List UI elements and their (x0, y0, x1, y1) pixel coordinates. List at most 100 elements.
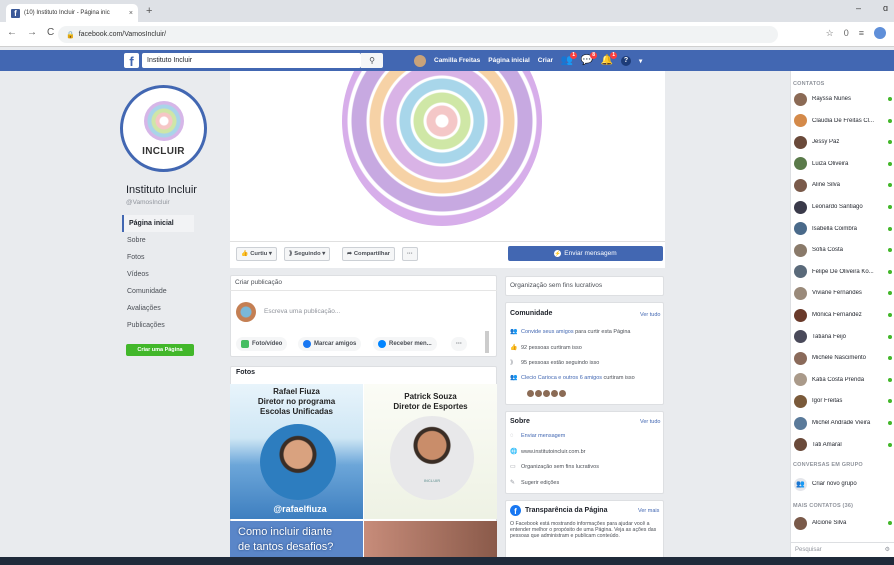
browser-tab[interactable]: f (10) Instituto Incluir - Página inic × (6, 4, 138, 22)
chat-settings-icon[interactable]: ⚙ (885, 546, 890, 553)
website-link[interactable]: www.institutoincluir.com.br (521, 449, 586, 456)
page-nav-item[interactable]: Publicações (122, 317, 194, 334)
tag-friends-label: Marcar amigos (314, 341, 357, 347)
photo-thumbnail[interactable]: Patrick Souza Diretor de Esportes INCLUI… (364, 384, 497, 519)
page-nav-item[interactable]: Fotos (122, 249, 194, 266)
composer-scrollbar[interactable] (485, 331, 489, 353)
liked-button[interactable]: 👍 Curtiu ▾ (236, 247, 277, 261)
url-field[interactable]: 🔒 facebook.com/VamosIncluir/ (58, 26, 778, 43)
contact-item[interactable]: Mônica Fernandez (794, 308, 892, 322)
receive-messages-button[interactable]: Receber men... (373, 337, 437, 351)
contact-item[interactable]: Felipe De Oliveira Ko... (794, 265, 892, 279)
tag-friends-button[interactable]: Marcar amigos (298, 337, 362, 351)
user-avatar[interactable] (414, 54, 426, 67)
contact-item[interactable]: Igor Freitas (794, 394, 892, 408)
page-nav-item[interactable]: Avaliações (122, 300, 194, 317)
online-status-dot (888, 140, 892, 145)
contact-item[interactable]: Tatiana Feijó (794, 330, 892, 344)
post-composer-input[interactable]: Escreva uma publicação... (264, 308, 340, 315)
contact-item[interactable]: Jessy Paz (794, 135, 892, 149)
online-status-dot (888, 118, 892, 123)
send-message-link[interactable]: Enviar mensagem (521, 433, 565, 440)
community-title[interactable]: Comunidade (510, 310, 552, 317)
transparency-title[interactable]: Transparência da Página (525, 507, 607, 514)
create-group-button[interactable]: 👥 Criar novo grupo (794, 477, 892, 491)
search-icon[interactable]: ⚲ (361, 53, 383, 68)
contact-item[interactable]: Rayssa Nunes (794, 92, 892, 106)
online-status-dot (888, 291, 892, 296)
contact-name: Claudia De Freitas Cl... (812, 117, 875, 124)
contact-item[interactable]: Alcione Silva (794, 516, 892, 530)
forward-arrow-icon[interactable]: → (27, 27, 37, 38)
page-nav-item[interactable]: Vídeos (122, 266, 194, 283)
account-menu-caret-icon[interactable]: ▾ (639, 57, 642, 65)
photo-video-button[interactable]: Foto/vídeo (236, 337, 288, 351)
more-post-options-button[interactable]: ··· (451, 337, 467, 351)
facebook-logo-icon[interactable]: f (124, 53, 139, 68)
back-arrow-icon[interactable]: ← (7, 27, 17, 38)
user-name-link[interactable]: Camilla Freitas (434, 57, 480, 64)
contact-item[interactable]: Claudia De Freitas Cl... (794, 114, 892, 128)
about-title[interactable]: Sobre (510, 418, 530, 425)
page-profile-picture[interactable]: INCLUIR (120, 85, 207, 172)
help-icon[interactable]: ? (620, 55, 631, 66)
contact-item[interactable]: Sofia Costa (794, 243, 892, 257)
bookmark-star-icon[interactable]: ☆ (826, 28, 834, 39)
new-tab-button[interactable]: + (146, 5, 152, 17)
tab-close-icon[interactable]: × (129, 10, 133, 17)
share-button[interactable]: ➦ Compartilhar (342, 247, 395, 261)
page-nav-item[interactable]: Sobre (122, 232, 194, 249)
contact-item[interactable]: Leonardo Santiago (794, 200, 892, 214)
minimize-button[interactable]: – (856, 3, 861, 13)
friends-avatars[interactable] (527, 390, 566, 397)
online-status-dot (888, 313, 892, 317)
photo-thumbnail[interactable]: Rafael Fiuza Diretor no programa Escolas… (230, 384, 363, 519)
avatar (794, 373, 807, 387)
contact-item[interactable]: Isabella Coimbra (794, 222, 892, 236)
page-nav-item[interactable]: Página inicial (122, 215, 194, 232)
contact-item[interactable]: Tati Amaral (794, 438, 892, 452)
community-see-all-link[interactable]: Ver tudo (640, 312, 661, 318)
avatar (794, 114, 807, 128)
messenger-icon[interactable]: 💬 8 (581, 51, 597, 67)
create-link[interactable]: Criar (538, 57, 553, 64)
send-message-button[interactable]: ⚡ Enviar mensagem (508, 246, 663, 261)
transparency-see-more-link[interactable]: Ver mais (638, 508, 659, 514)
suggest-edits-link[interactable]: Sugerir edições (521, 480, 559, 487)
browser-profile-avatar[interactable] (874, 27, 886, 39)
avatar (794, 243, 807, 257)
chat-search-input[interactable]: Pesquisar ⚙ (791, 542, 894, 556)
avatar (794, 222, 807, 236)
contact-item[interactable]: Michel Andrade Vieira (794, 416, 892, 430)
community-row: 👍 92 pessoas curtiram isso (510, 345, 660, 352)
page-handle[interactable]: @VamosIncluir (126, 199, 170, 206)
avatar (794, 351, 807, 365)
cover-photo[interactable] (230, 71, 665, 241)
home-link[interactable]: Página inicial (488, 57, 530, 64)
messenger-icon: ⚡ (554, 250, 562, 257)
contact-item[interactable]: Michele Nascimento (794, 351, 892, 365)
facebook-search-input[interactable]: Instituto Incluir (142, 53, 361, 68)
reload-icon[interactable]: C (47, 27, 54, 38)
contact-item[interactable]: Aline Silva (794, 178, 892, 192)
create-page-button[interactable]: Criar uma Página (126, 344, 194, 356)
page-title[interactable]: Instituto Incluir (126, 184, 197, 196)
contact-item[interactable]: Katia Costa Prenda (794, 373, 892, 387)
shirt-logo-text: INCLUIR (423, 478, 441, 483)
page-nav-item[interactable]: Comunidade (122, 283, 194, 300)
contact-item[interactable]: Viviane Fernandes (794, 286, 892, 300)
contact-item[interactable]: Luiza Oliveira (794, 157, 892, 171)
about-see-all-link[interactable]: Ver tudo (640, 419, 661, 425)
restore-button[interactable]: ɑ (883, 3, 888, 13)
chat-search-placeholder: Pesquisar (795, 546, 822, 553)
friends-liked-link[interactable]: Clecio Carioca e outros 6 amigos (521, 375, 602, 381)
more-actions-button[interactable]: ··· (402, 247, 418, 261)
photos-title[interactable]: Fotos (236, 369, 255, 376)
notifications-icon[interactable]: 🔔 1 (601, 51, 617, 67)
reading-list-icon[interactable]: ≡ (859, 28, 864, 38)
invite-friends-link[interactable]: Convide seus amigos (521, 329, 574, 335)
extension-icon[interactable]: 0 (844, 28, 849, 38)
following-button[interactable]: ⟫ Seguindo ▾ (284, 247, 331, 261)
friend-requests-icon[interactable]: 👥 1 (561, 51, 577, 67)
category-link[interactable]: Organização sem fins lucrativos (521, 464, 599, 471)
